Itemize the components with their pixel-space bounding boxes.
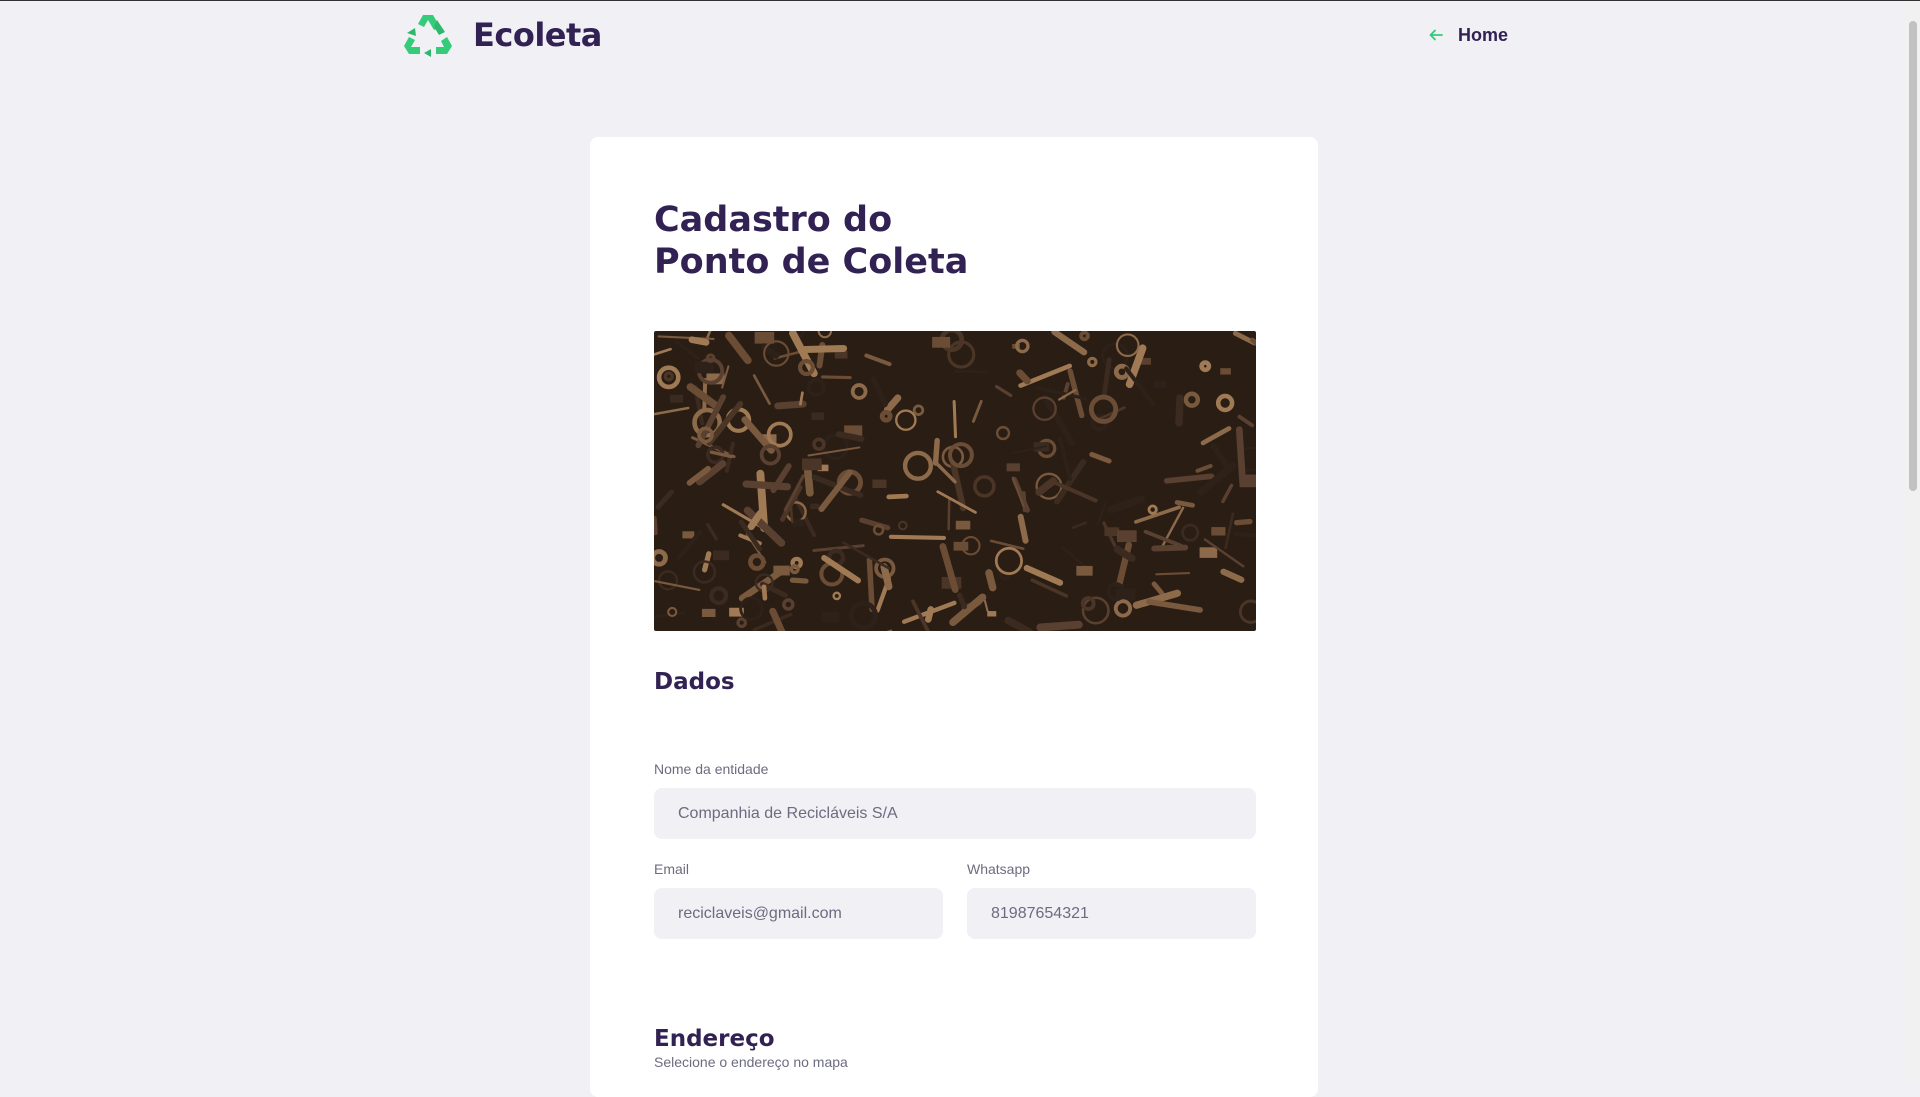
scrap-piece xyxy=(692,340,706,343)
scrap-piece xyxy=(1154,381,1166,388)
scrap-piece xyxy=(936,441,938,463)
scrap-piece xyxy=(823,377,850,378)
scrap-piece xyxy=(802,458,822,470)
name-label: Nome da entidade xyxy=(654,761,768,777)
scrap-piece xyxy=(954,542,969,551)
scrap-piece xyxy=(987,611,996,616)
scrap-piece xyxy=(811,412,824,420)
scrap-piece xyxy=(702,609,716,617)
scrap-piece xyxy=(746,484,787,487)
top-header: Ecoleta Home xyxy=(0,1,1920,71)
scrap-piece xyxy=(949,499,950,529)
scrap-piece xyxy=(655,518,656,533)
scrap-piece xyxy=(1156,573,1189,574)
scrap-piece xyxy=(956,521,970,530)
scrap-piece xyxy=(954,402,955,437)
recycle-icon xyxy=(403,11,453,59)
section-title-dados: Dados xyxy=(654,669,735,695)
scrap-piece xyxy=(989,573,993,588)
scrollbar-thumb[interactable] xyxy=(1909,21,1917,491)
create-point-form: Cadastro do Ponto de Coleta Dados Nome d… xyxy=(590,137,1318,1097)
scrap-piece xyxy=(891,537,944,538)
scrap-piece xyxy=(790,501,792,522)
scrap-piece xyxy=(800,393,802,404)
scrap-piece xyxy=(955,371,987,372)
scrollbar[interactable] xyxy=(1906,1,1920,1081)
page-title: Cadastro do Ponto de Coleta xyxy=(654,199,1074,283)
scrap-metal-image xyxy=(654,331,1256,631)
entity-name-input[interactable] xyxy=(654,788,1256,839)
scrap-piece xyxy=(928,609,930,619)
email-label: Email xyxy=(654,861,689,877)
scrap-piece xyxy=(1117,530,1137,542)
scrap-piece xyxy=(792,519,804,526)
page-title-line-2: Ponto de Coleta xyxy=(654,242,968,282)
email-input[interactable] xyxy=(654,888,943,939)
logo[interactable]: Ecoleta xyxy=(403,11,602,59)
page-title-line-1: Cadastro do xyxy=(654,200,892,240)
scrap-piece xyxy=(1104,527,1119,536)
scrap-piece xyxy=(884,567,889,587)
uploaded-image[interactable] xyxy=(654,331,1256,631)
scrap-piece xyxy=(821,612,839,623)
scrap-piece xyxy=(1179,398,1180,423)
section-title-endereco: Endereço xyxy=(654,1026,775,1052)
whatsapp-input[interactable] xyxy=(967,888,1256,939)
scrap-piece xyxy=(869,560,872,609)
scrap-piece xyxy=(792,580,806,581)
scrap-piece xyxy=(872,480,886,488)
scrap-piece xyxy=(764,587,765,598)
scrap-piece xyxy=(1076,566,1092,576)
scrap-piece xyxy=(1154,548,1185,549)
scrap-piece xyxy=(1200,547,1218,558)
home-link-label: Home xyxy=(1458,25,1508,46)
scrap-piece xyxy=(1007,463,1020,471)
scrap-piece xyxy=(889,496,907,497)
scrap-piece xyxy=(713,550,729,560)
scrap-piece xyxy=(810,504,819,509)
address-hint: Selecione o endereço no mapa xyxy=(654,1054,848,1070)
scrap-piece xyxy=(805,348,843,349)
scrap-piece xyxy=(1240,475,1256,488)
scrap-piece xyxy=(1040,625,1079,628)
scrap-piece xyxy=(1211,527,1225,535)
scrap-piece xyxy=(1220,368,1231,374)
logo-text: Ecoleta xyxy=(473,16,602,54)
scrap-piece xyxy=(694,362,713,374)
scrap-piece xyxy=(670,395,683,403)
scrap-piece xyxy=(1177,502,1193,505)
scrap-piece xyxy=(1237,522,1250,523)
scrap-piece xyxy=(932,337,950,348)
whatsapp-label: Whatsapp xyxy=(967,861,1030,877)
scrap-piece xyxy=(682,531,694,538)
home-link[interactable]: Home xyxy=(1428,23,1508,47)
scrap-piece xyxy=(773,566,789,576)
arrow-left-icon xyxy=(1428,27,1444,43)
